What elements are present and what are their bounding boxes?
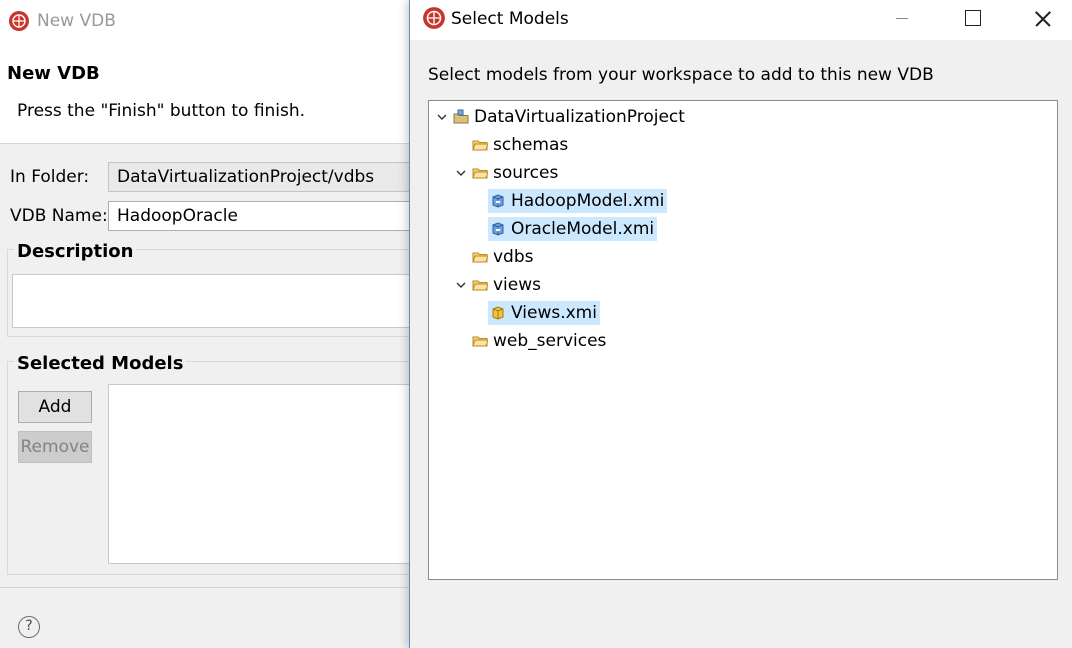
wizard-heading: New VDB [7, 63, 100, 84]
remove-button[interactable]: Remove [18, 431, 92, 463]
tree-label: Views.xmi [511, 303, 597, 323]
dialog-window-title: Select Models [451, 9, 569, 29]
folder-icon [472, 165, 488, 181]
source-model-icon [490, 193, 506, 209]
footer-divider [0, 587, 410, 588]
project-icon [453, 109, 469, 125]
tree-item-oracle-model[interactable]: OracleModel.xmi [488, 217, 658, 241]
tree-label: HadoopModel.xmi [511, 191, 665, 211]
dialog-prompt: Select models from your workspace to add… [428, 65, 934, 85]
wizard-banner: New VDB Press the "Finish" button to fin… [0, 42, 410, 144]
new-vdb-wizard: New VDB New VDB Press the "Finish" butto… [0, 0, 422, 648]
selected-models-list[interactable] [108, 384, 418, 564]
tree-item-project[interactable]: DataVirtualizationProject [437, 105, 686, 129]
tree-label: schemas [493, 135, 569, 155]
tree-item-schemas[interactable]: schemas [472, 133, 569, 157]
tree-label: web_services [493, 331, 607, 351]
select-models-dialog: Select Models Select models from your wo… [409, 0, 1072, 648]
tree-label: vdbs [493, 247, 534, 267]
tree-item-views[interactable]: views [456, 273, 542, 297]
tree-label: sources [493, 163, 559, 183]
chevron-down-icon[interactable] [456, 168, 466, 178]
tree-item-views-model[interactable]: Views.xmi [488, 301, 600, 325]
selected-models-title: Selected Models [14, 353, 187, 374]
close-button[interactable] [1017, 0, 1067, 36]
dialog-titlebar[interactable]: Select Models [410, 0, 1072, 40]
chevron-down-icon[interactable] [456, 280, 466, 290]
add-button[interactable]: Add [18, 391, 92, 423]
tree-label: DataVirtualizationProject [474, 107, 685, 127]
folder-icon [472, 333, 488, 349]
view-model-icon [490, 305, 506, 321]
tree-item-hadoop-model[interactable]: HadoopModel.xmi [488, 189, 668, 213]
folder-field[interactable]: DataVirtualizationProject/vdbs [108, 162, 418, 192]
vdb-name-label: VDB Name: [10, 206, 108, 226]
description-textarea[interactable] [12, 274, 422, 328]
description-title: Description [14, 241, 137, 262]
wizard-message: Press the "Finish" button to finish. [17, 101, 306, 121]
wizard-window-title: New VDB [37, 11, 116, 31]
source-model-icon [490, 221, 506, 237]
maximize-button[interactable] [947, 0, 997, 36]
chevron-down-icon[interactable] [437, 112, 447, 122]
app-logo-icon [8, 10, 30, 37]
minimize-button[interactable] [878, 0, 928, 36]
workspace-tree[interactable]: DataVirtualizationProject schemas source… [428, 100, 1058, 580]
help-button[interactable]: ? [18, 616, 40, 638]
tree-label: views [493, 275, 542, 295]
folder-label: In Folder: [10, 167, 90, 187]
tree-label: OracleModel.xmi [511, 219, 655, 239]
folder-icon [472, 249, 488, 265]
tree-item-sources[interactable]: sources [456, 161, 559, 185]
vdb-name-input[interactable]: HadoopOracle [108, 201, 418, 231]
app-logo-icon [422, 6, 446, 35]
tree-item-vdbs[interactable]: vdbs [472, 245, 535, 269]
tree-item-web-services[interactable]: web_services [472, 329, 607, 353]
folder-icon [472, 277, 488, 293]
folder-icon [472, 137, 488, 153]
wizard-titlebar: New VDB [0, 0, 410, 42]
